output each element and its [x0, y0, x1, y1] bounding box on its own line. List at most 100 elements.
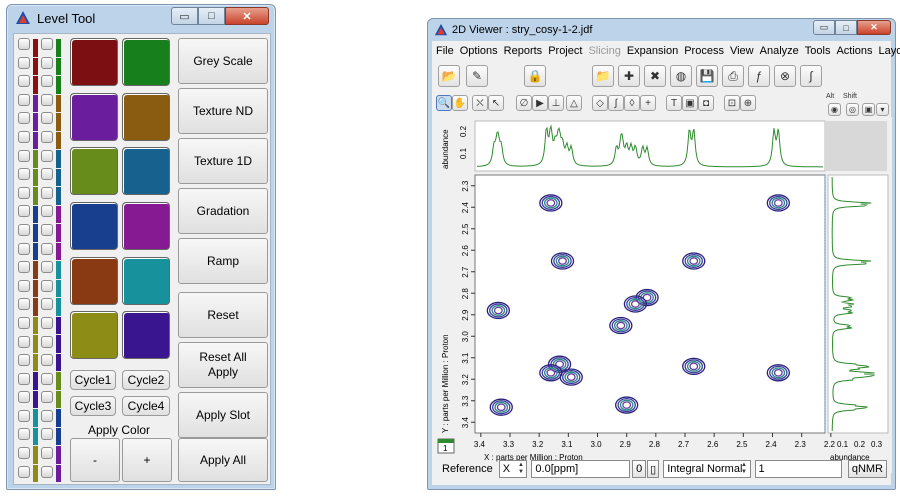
maximize-button[interactable]: □: [198, 7, 225, 25]
menu-options[interactable]: Options: [460, 45, 498, 57]
level-checkbox[interactable]: [41, 75, 53, 88]
brush-icon[interactable]: ✎: [466, 65, 488, 87]
hand-icon[interactable]: ✋: [452, 95, 468, 111]
cancel-icon[interactable]: ⊗: [774, 65, 796, 87]
dropdown-icon[interactable]: ▾: [876, 103, 889, 116]
shift-mode-icon[interactable]: ◎: [846, 103, 859, 116]
viewer-titlebar[interactable]: 2D Viewer : stry_cosy-1-2.jdf ▭ □ ✕: [428, 19, 895, 41]
color-swatch[interactable]: [70, 93, 118, 141]
level-checkbox[interactable]: [18, 391, 30, 404]
level-checkbox[interactable]: [41, 223, 53, 236]
level-checkbox[interactable]: [18, 465, 30, 478]
spinner-icon[interactable]: ▲ ▼: [740, 462, 749, 476]
level-checkbox[interactable]: [41, 56, 53, 69]
zoom-icon[interactable]: 🔍: [436, 95, 452, 111]
integral-icon[interactable]: ∫: [800, 65, 822, 87]
level-checkbox[interactable]: [41, 372, 53, 385]
cycle2-button[interactable]: Cycle2: [122, 370, 170, 390]
level-checkbox[interactable]: [41, 316, 53, 329]
minus-button[interactable]: -: [70, 438, 120, 482]
save-icon[interactable]: 💾: [696, 65, 718, 87]
color-swatch[interactable]: [122, 257, 170, 305]
menu-view[interactable]: View: [730, 45, 754, 57]
level-checkbox[interactable]: [18, 75, 30, 88]
open-folder-icon[interactable]: 📂: [438, 65, 460, 87]
level-checkbox[interactable]: [41, 186, 53, 199]
apply-all-button[interactable]: Apply All: [178, 438, 268, 482]
level-checkbox[interactable]: [18, 372, 30, 385]
level-checkbox[interactable]: [18, 38, 30, 50]
level-checkbox[interactable]: [41, 409, 53, 422]
color-swatch[interactable]: [122, 311, 170, 359]
eraser-icon[interactable]: ◊: [624, 95, 640, 111]
level-checkbox[interactable]: [18, 409, 30, 422]
level-checkbox[interactable]: [41, 38, 53, 50]
offset-value[interactable]: 0: [632, 460, 647, 478]
menu-process[interactable]: Process: [684, 45, 724, 57]
triangle-icon[interactable]: △: [566, 95, 582, 111]
color-swatch[interactable]: [122, 202, 170, 250]
level-checkbox[interactable]: [18, 261, 30, 274]
level-checkbox[interactable]: [18, 186, 30, 199]
level-checkbox[interactable]: [18, 316, 30, 329]
folder-icon[interactable]: 📁: [592, 65, 614, 87]
menu-expansion[interactable]: Expansion: [627, 45, 678, 57]
color-swatch[interactable]: [70, 147, 118, 195]
menu-project[interactable]: Project: [548, 45, 582, 57]
bottle-icon[interactable]: ▯: [647, 460, 660, 478]
color-swatch[interactable]: [122, 38, 170, 86]
color-swatch[interactable]: [122, 147, 170, 195]
axis-select[interactable]: X ▲ ▼: [498, 460, 528, 478]
level-tool-titlebar[interactable]: Level Tool ▭ □ ✕: [7, 5, 275, 31]
gradation-button[interactable]: Gradation: [178, 188, 268, 234]
level-checkbox[interactable]: [18, 354, 30, 367]
level-checkbox[interactable]: [41, 465, 53, 478]
cylinder-icon[interactable]: ◍: [670, 65, 692, 87]
texture-nd-button[interactable]: Texture ND: [178, 88, 268, 134]
level-checkbox[interactable]: [41, 447, 53, 460]
menu-tools[interactable]: Tools: [805, 45, 831, 57]
script-icon[interactable]: ƒ: [748, 65, 770, 87]
level-checkbox[interactable]: [18, 335, 30, 348]
level-checkbox[interactable]: [41, 428, 53, 441]
peak-icon[interactable]: ⊥: [548, 95, 564, 111]
level-checkbox[interactable]: [18, 168, 30, 181]
zoom-fit-icon[interactable]: ⊡: [724, 95, 740, 111]
text-icon[interactable]: T: [666, 95, 682, 111]
ppm-input[interactable]: 0.0[ppm]: [531, 460, 631, 478]
level-checkbox[interactable]: [18, 298, 30, 311]
color-swatch[interactable]: [122, 93, 170, 141]
level-checkbox[interactable]: [18, 56, 30, 69]
box-icon[interactable]: ▣: [682, 95, 698, 111]
qnmr-button[interactable]: qNMR: [847, 460, 887, 478]
phase-icon[interactable]: ∅: [516, 95, 532, 111]
select-icon[interactable]: ↖: [488, 95, 504, 111]
level-checkbox[interactable]: [41, 93, 53, 106]
cycle3-button[interactable]: Cycle3: [70, 396, 116, 416]
level-checkbox[interactable]: [41, 335, 53, 348]
level-checkbox[interactable]: [18, 205, 30, 218]
viewer-maximize-button[interactable]: □: [835, 20, 857, 35]
menu-analyze[interactable]: Analyze: [760, 45, 799, 57]
diamond-icon[interactable]: ◇: [592, 95, 608, 111]
level-checkbox[interactable]: [18, 112, 30, 125]
level-checkbox[interactable]: [18, 242, 30, 255]
color-swatch[interactable]: [70, 311, 118, 359]
level-checkbox[interactable]: [41, 168, 53, 181]
color-swatch[interactable]: [70, 257, 118, 305]
ramp-button[interactable]: Ramp: [178, 238, 268, 284]
level-checkbox[interactable]: [18, 428, 30, 441]
viewer-close-button[interactable]: ✕: [857, 20, 891, 35]
cycle1-button[interactable]: Cycle1: [70, 370, 116, 390]
grey-scale-button[interactable]: Grey Scale: [178, 38, 268, 84]
count-input[interactable]: 1: [754, 460, 842, 478]
mode-select[interactable]: Integral Normal ▲ ▼: [663, 460, 751, 478]
minimize-button[interactable]: ▭: [171, 7, 198, 25]
cycle4-button[interactable]: Cycle4: [122, 396, 170, 416]
frame-icon[interactable]: ◘: [698, 95, 714, 111]
texture-1d-button[interactable]: Texture 1D: [178, 138, 268, 184]
level-checkbox[interactable]: [18, 447, 30, 460]
color-swatch[interactable]: [70, 202, 118, 250]
integral-small-icon[interactable]: ∫: [608, 95, 624, 111]
reset-button[interactable]: Reset: [178, 292, 268, 338]
